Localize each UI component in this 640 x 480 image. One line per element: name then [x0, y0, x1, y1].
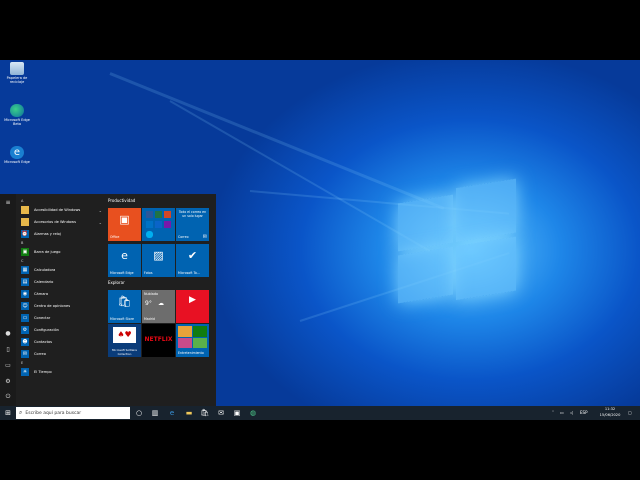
desktop-icon-edge[interactable]: e Microsoft Edge [2, 146, 32, 164]
language-indicator[interactable]: ESP [580, 409, 587, 417]
volume-icon[interactable]: ◁ [570, 409, 573, 417]
cortana-icon[interactable]: ○ [134, 408, 144, 418]
tile-red-app[interactable]: ▶ [176, 290, 209, 323]
notifications-icon[interactable]: ▢ [628, 409, 632, 417]
tile-microsoft-edge[interactable]: e Microsoft Edge [108, 244, 141, 277]
tile-solitaire[interactable]: ♠♥ Microsoft Solitaire Collection [108, 324, 141, 357]
skype-icon [146, 231, 153, 238]
desktop: Papelera de reciclaje Microsoft Edge Bet… [0, 60, 640, 420]
list-item[interactable]: ⏰ Alarmas y reloj [18, 228, 104, 240]
tile-entretenimiento[interactable]: Entretenimiento [176, 324, 209, 357]
onedrive-icon [155, 221, 162, 228]
file-explorer-icon[interactable]: ▬ [184, 408, 194, 418]
list-item[interactable]: ▣ Barra de juego [18, 246, 104, 258]
group-title-productividad[interactable]: Productividad [108, 198, 135, 203]
cloud-icon: ☁ [158, 300, 164, 307]
taskbar: ⊞ ⌕ Escribe aquí para buscar ○ ▥ e ▬ 🛍 ✉… [0, 406, 640, 420]
task-view-icon[interactable]: ▥ [150, 408, 160, 418]
start-menu: ≡ ● ▯ ▭ ⚙ ⏻ A Accesibilidad de Windows ⌄… [0, 194, 216, 406]
photos-icon: ▨ [153, 249, 164, 262]
tile-microsoft-store[interactable]: 🛍 Microsoft Store [108, 290, 141, 323]
pictures-icon[interactable]: ▭ [4, 362, 12, 369]
checkmark-icon: ✔ [187, 249, 198, 262]
game-thumb-icon [193, 338, 207, 348]
store-bag-icon: 🛍 [117, 295, 132, 308]
wallpaper-light-beam [109, 72, 445, 210]
recycle-bin-icon [10, 62, 24, 75]
xbox-icon [193, 326, 207, 337]
folder-icon [21, 206, 29, 214]
windows-start-icon[interactable]: ⊞ [3, 408, 13, 418]
edge-beta-icon [10, 104, 24, 117]
word-icon [146, 211, 153, 218]
contacts-icon: ☻ [21, 338, 29, 346]
play-icon: ▶ [189, 295, 196, 305]
onenote-icon [164, 221, 171, 228]
network-icon[interactable]: ▭ [560, 409, 564, 417]
excel-icon [155, 211, 162, 218]
power-icon[interactable]: ⏻ [4, 393, 12, 400]
game-thumb-icon [178, 338, 192, 348]
list-item[interactable]: ☻ Contactos [18, 336, 104, 348]
powerpoint-icon [164, 211, 171, 218]
edge-taskbar-icon[interactable]: e [167, 408, 177, 418]
list-item[interactable]: Accesibilidad de Windows ⌄ [18, 204, 104, 216]
office-taskbar-icon[interactable]: ▣ [232, 408, 242, 418]
list-item[interactable]: ✉ Correo [18, 348, 104, 360]
app-list: A Accesibilidad de Windows ⌄ Accesorios … [18, 198, 104, 378]
group-title-explorar[interactable]: Explorar [108, 280, 125, 285]
tile-correo[interactable]: Todo el correo en un solo lugar Correo ✉ [176, 208, 209, 241]
list-item[interactable]: ▤ Calendario [18, 276, 104, 288]
hamburger-menu-icon[interactable]: ≡ [4, 199, 12, 206]
list-item[interactable]: ▭ Conectar [18, 312, 104, 324]
list-item[interactable]: ◉ Cámara [18, 288, 104, 300]
mail-icon: ✉ [202, 234, 207, 240]
connect-icon: ▭ [21, 314, 29, 322]
tile-netflix[interactable]: NETFLIX [142, 324, 175, 357]
list-item[interactable]: ▦ Calculadora [18, 264, 104, 276]
xbox-game-bar-icon: ▣ [21, 248, 29, 256]
feedback-hub-icon: ☺ [21, 302, 29, 310]
weather-sun-icon: ☀ [21, 368, 29, 376]
start-left-rail: ≡ ● ▯ ▭ ⚙ ⏻ [0, 194, 16, 406]
alarm-clock-icon: ⏰ [21, 230, 29, 238]
desktop-icon-recycle-bin[interactable]: Papelera de reciclaje [2, 62, 32, 84]
mail-icon: ✉ [21, 350, 29, 358]
edge-icon: e [121, 249, 128, 262]
store-taskbar-icon[interactable]: 🛍 [200, 408, 210, 418]
tile-microsoft-todo[interactable]: ✔ Microsoft To... [176, 244, 209, 277]
clock[interactable]: 11:32 15/06/2020 [596, 406, 624, 418]
folder-icon [21, 218, 29, 226]
list-item[interactable]: ☺ Centro de opiniones [18, 300, 104, 312]
settings-gear-icon[interactable]: ⚙ [4, 378, 12, 385]
search-icon: ⌕ [19, 409, 23, 416]
chevron-down-icon: ⌄ [98, 207, 102, 213]
camera-icon: ◉ [21, 290, 29, 298]
tile-el-tiempo[interactable]: Nublado 9° ☁ Madrid [142, 290, 175, 323]
list-item[interactable]: ⚙ Configuración [18, 324, 104, 336]
chevron-down-icon: ⌄ [98, 219, 102, 225]
windows-logo-wallpaper [398, 178, 516, 310]
cards-icon: ♠♥ [113, 327, 136, 343]
user-avatar-icon[interactable]: ● [4, 330, 12, 337]
desktop-icon-edge-beta[interactable]: Microsoft Edge Beta [2, 104, 32, 126]
tile-fotos[interactable]: ▨ Fotos [142, 244, 175, 277]
chevron-up-icon[interactable]: ˄ [552, 409, 554, 417]
calendar-icon: ▤ [21, 278, 29, 286]
game-thumb-icon [178, 326, 192, 337]
list-item[interactable]: ☀ El Tiempo [18, 366, 104, 378]
list-item[interactable]: Accesorios de Windows ⌄ [18, 216, 104, 228]
documents-icon[interactable]: ▯ [4, 346, 12, 353]
edge-icon: e [10, 146, 24, 159]
mail-taskbar-icon[interactable]: ✉ [216, 408, 226, 418]
tile-office[interactable]: ▣ Office [108, 208, 141, 241]
search-input[interactable]: ⌕ Escribe aquí para buscar [16, 407, 130, 419]
settings-gear-icon: ⚙ [21, 326, 29, 334]
tile-office-apps[interactable] [142, 208, 175, 241]
calculator-icon: ▦ [21, 266, 29, 274]
outlook-icon [146, 221, 153, 228]
edge-beta-taskbar-icon[interactable]: ◍ [248, 408, 258, 418]
office-icon: ▣ [119, 213, 130, 226]
